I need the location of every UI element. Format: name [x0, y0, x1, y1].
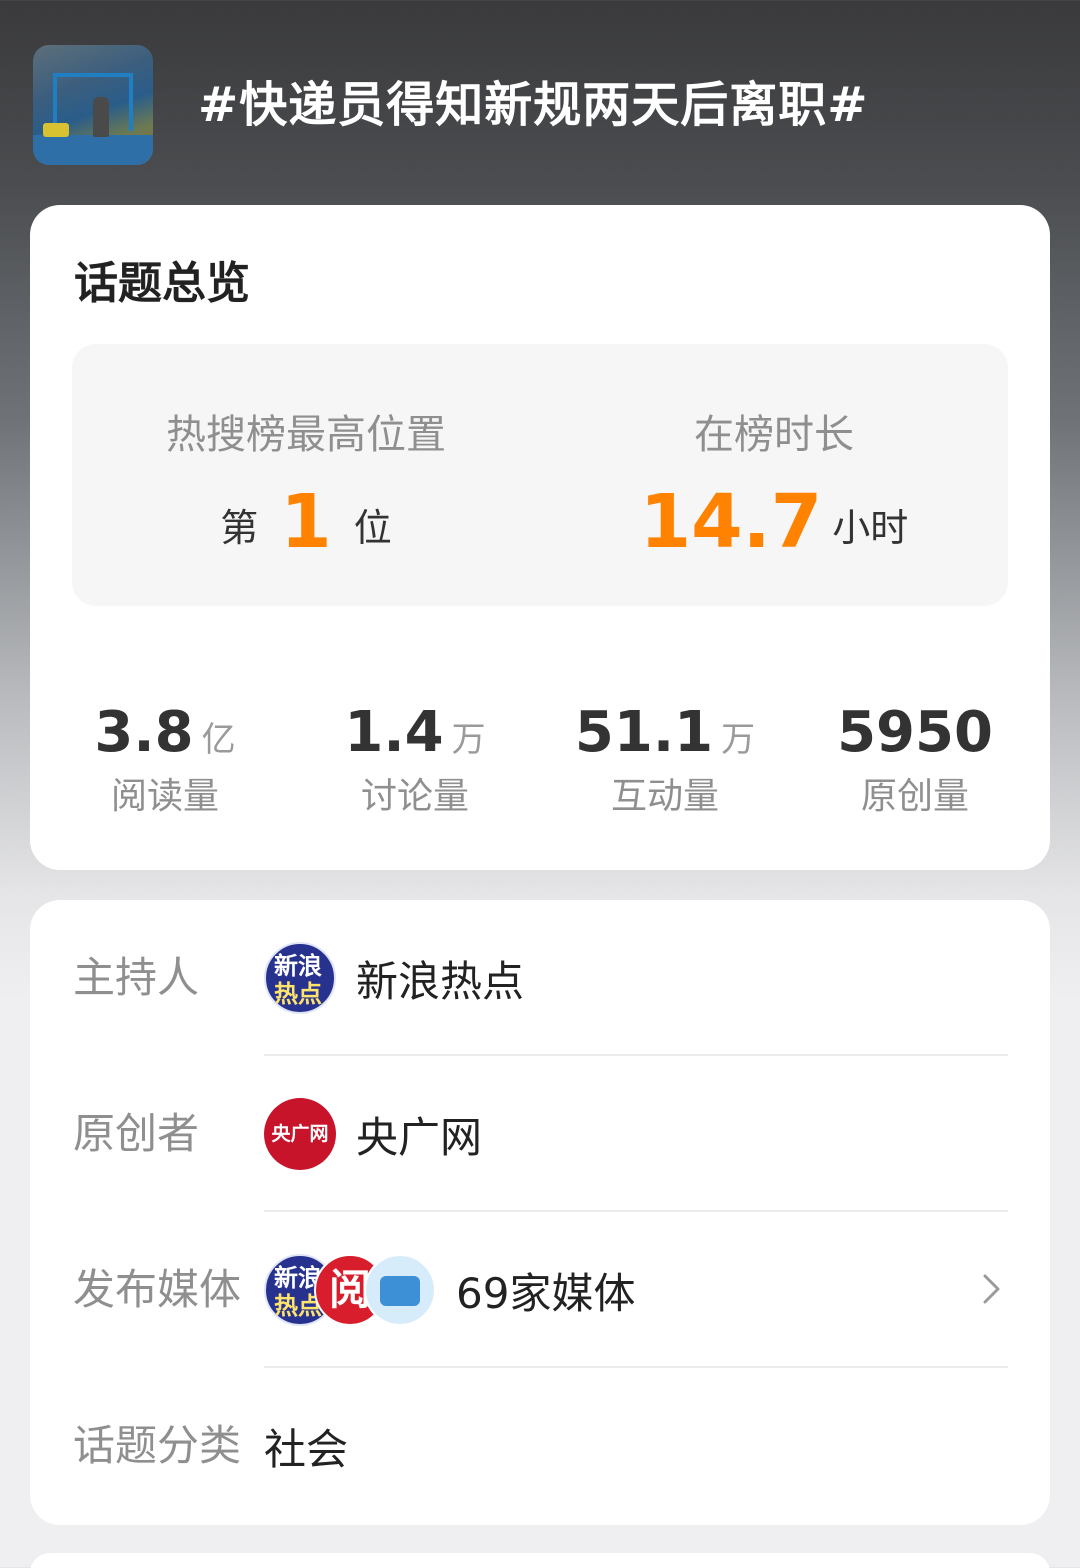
rank-duration-label: 在榜时长 — [694, 412, 854, 458]
category-value: 社会 — [264, 1424, 349, 1474]
stat-value: 3.8 — [94, 700, 194, 765]
host-label: 主持人 — [73, 953, 200, 1002]
sina-hot-avatar[interactable]: 新浪 热点 — [264, 942, 336, 1014]
duration-unit: 小时 — [832, 506, 909, 550]
avatar-text: 新浪 — [274, 952, 322, 980]
stat-label: 阅读量 — [110, 776, 219, 817]
creator-label: 原创者 — [73, 1109, 200, 1158]
topic-stats: 3.8 亿 阅读量 1.4 万 讨论量 51.1 万 互动量 5950 原创量 — [30, 695, 1050, 818]
stat-value: 51.1 — [574, 700, 714, 765]
topic-thumbnail[interactable] — [33, 45, 153, 165]
thumbnail-box — [43, 123, 69, 137]
stat-label: 讨论量 — [360, 776, 469, 817]
stat-reads: 3.8 亿 阅读量 — [40, 695, 290, 819]
thumbnail-floor — [33, 135, 153, 165]
media-avatar-blue — [364, 1254, 436, 1326]
stat-value: 1.4 — [344, 700, 444, 765]
category-row: 话题分类 社会 — [30, 1368, 1050, 1524]
stat-value: 5950 — [837, 700, 993, 765]
rank-duration-value-row: 14.7 小时 — [540, 482, 1008, 562]
media-logo-icon — [380, 1276, 420, 1306]
topic-overview-card: 话题总览 热搜榜最高位置 第 1 位 在榜时长 14.7 小时 3.8 亿 阅读量… — [30, 205, 1050, 870]
cnr-avatar[interactable]: 央广网 — [264, 1098, 336, 1170]
host-row[interactable]: 主持人 新浪 热点 新浪热点 — [30, 900, 1050, 1056]
topic-title: #快递员得知新规两天后离职# — [198, 77, 869, 133]
stat-label: 原创量 — [860, 776, 969, 817]
stat-discussions: 1.4 万 讨论量 — [290, 695, 540, 819]
rank-suffix: 位 — [353, 506, 392, 550]
category-content: 社会 — [264, 1368, 348, 1524]
section-title: 话题总览 — [74, 258, 250, 309]
topic-info-card: 主持人 新浪 热点 新浪热点 原创者 央广网 央广网 发布媒体 新浪 热点 阅 … — [30, 900, 1050, 1525]
rank-summary-box: 热搜榜最高位置 第 1 位 在榜时长 14.7 小时 — [72, 344, 1008, 606]
category-label: 话题分类 — [73, 1421, 242, 1470]
host-name[interactable]: 新浪热点 — [356, 948, 524, 1009]
creator-row[interactable]: 原创者 央广网 央广网 — [30, 1056, 1050, 1212]
media-count[interactable]: 69家媒体 — [456, 1260, 635, 1321]
next-card — [30, 1553, 1050, 1568]
thumbnail-person — [93, 97, 109, 137]
rank-prefix: 第 — [220, 506, 259, 550]
rank-duration: 在榜时长 14.7 小时 — [540, 344, 1008, 606]
rank-value: 1 — [280, 479, 332, 565]
stat-unit: 亿 — [201, 720, 236, 760]
media-content[interactable]: 新浪 热点 阅 69家媒体 — [264, 1212, 635, 1368]
stat-interactions: 51.1 万 互动量 — [540, 695, 790, 819]
creator-content[interactable]: 央广网 央广网 — [264, 1056, 482, 1212]
rank-position-value-row: 第 1 位 — [72, 482, 540, 562]
rank-position-label: 热搜榜最高位置 — [166, 412, 446, 458]
chevron-right-icon[interactable] — [974, 1272, 1008, 1306]
stat-originals: 5950 原创量 — [790, 695, 1040, 819]
rank-position: 热搜榜最高位置 第 1 位 — [72, 344, 540, 606]
stat-unit: 万 — [451, 720, 486, 760]
stat-unit: 万 — [721, 720, 756, 760]
creator-name[interactable]: 央广网 — [356, 1104, 482, 1165]
media-avatar-stack: 新浪 热点 阅 — [264, 1254, 436, 1326]
stat-label: 互动量 — [610, 776, 719, 817]
media-row[interactable]: 发布媒体 新浪 热点 阅 69家媒体 — [30, 1212, 1050, 1368]
topic-header: #快递员得知新规两天后离职# — [0, 0, 1080, 205]
media-label: 发布媒体 — [73, 1265, 242, 1314]
duration-value: 14.7 — [639, 479, 823, 565]
avatar-text: 热点 — [274, 980, 322, 1008]
avatar-text: 央广网 — [271, 1123, 329, 1145]
host-content[interactable]: 新浪 热点 新浪热点 — [264, 900, 524, 1056]
